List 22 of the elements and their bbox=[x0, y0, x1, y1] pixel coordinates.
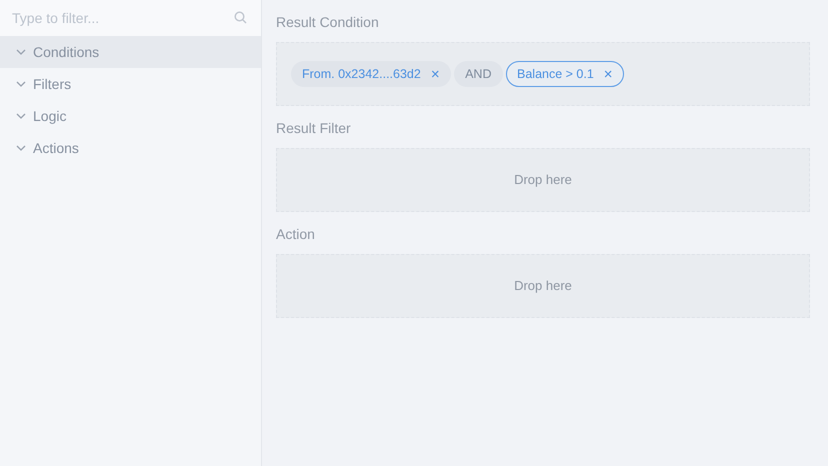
close-icon[interactable]: × bbox=[430, 66, 440, 82]
search-field[interactable]: Type to filter... bbox=[0, 0, 261, 36]
sidebar-item[interactable]: Logic bbox=[0, 100, 261, 132]
sidebar-item[interactable]: Conditions bbox=[0, 36, 261, 68]
chevron-icon bbox=[16, 81, 26, 87]
chevron-icon bbox=[16, 113, 26, 119]
search-icon bbox=[234, 11, 247, 24]
drop-field[interactable]: Drop here bbox=[276, 254, 810, 318]
chip-label: From. 0x2342....63d2 bbox=[302, 66, 421, 83]
chevron-icon bbox=[16, 49, 26, 55]
close-icon[interactable]: × bbox=[604, 66, 613, 82]
sidebar-item[interactable]: Actions bbox=[0, 132, 261, 164]
operator-chip[interactable]: AND bbox=[454, 61, 502, 87]
section-title: Result Filter bbox=[276, 119, 352, 138]
condition-chip[interactable]: Balance > 0.1 × bbox=[506, 61, 624, 87]
chevron-icon bbox=[16, 145, 26, 151]
sidebar-item[interactable]: Filters bbox=[0, 68, 261, 100]
section-title: Action bbox=[276, 225, 316, 244]
drop-field[interactable]: Drop here bbox=[276, 148, 810, 212]
condition-chip[interactable]: From. 0x2342....63d2 × bbox=[291, 61, 451, 87]
section-title: Result Condition bbox=[276, 13, 380, 32]
chip-label: Balance > 0.1 bbox=[517, 66, 594, 83]
